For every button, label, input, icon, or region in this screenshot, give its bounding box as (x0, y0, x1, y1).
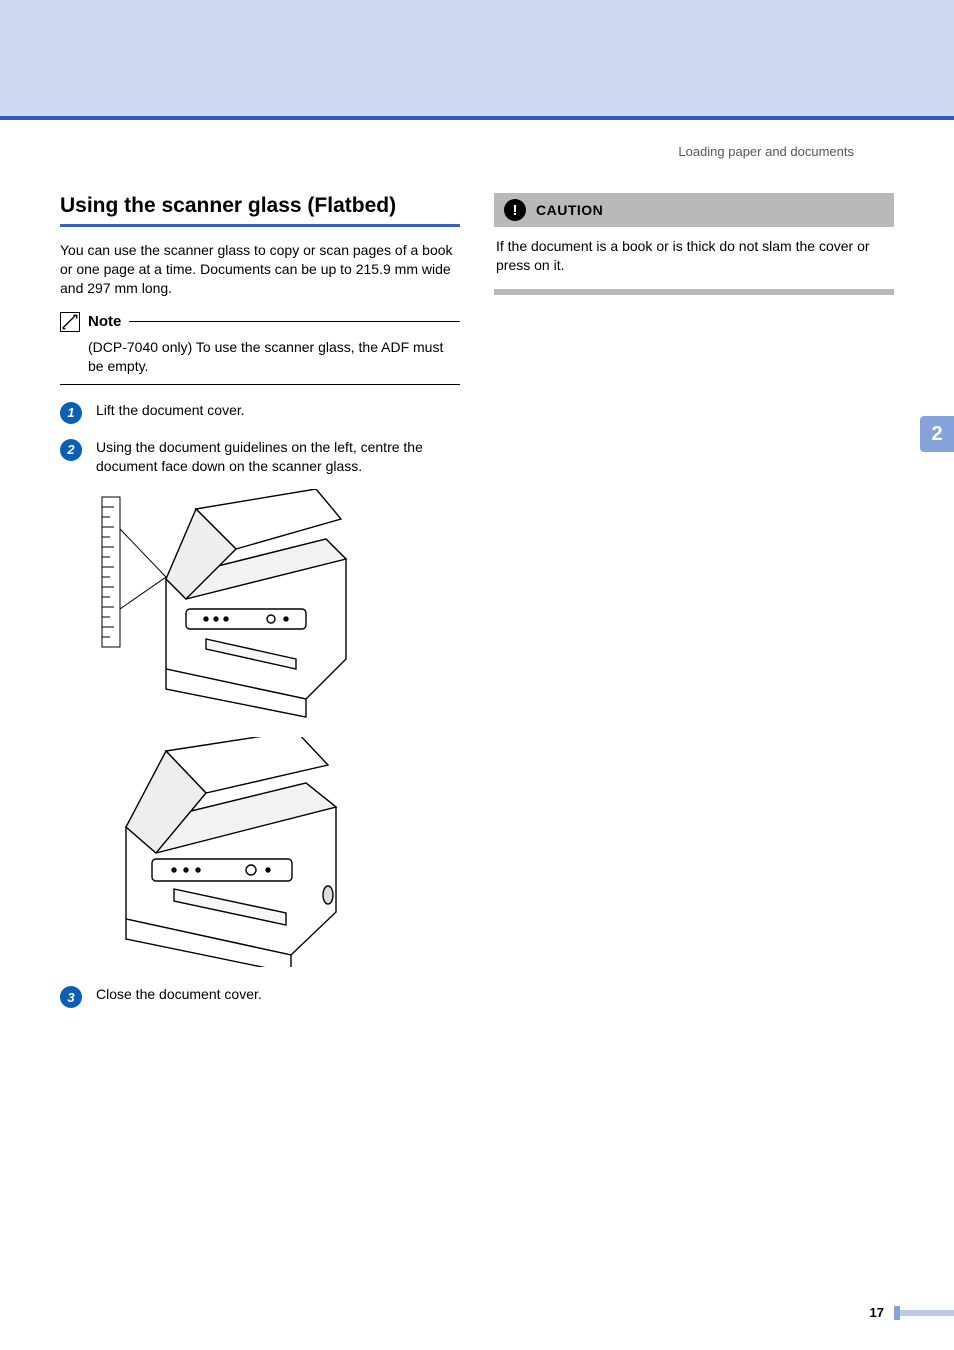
step-marker-3: 3 (60, 986, 82, 1008)
printer-open-lid-icon (126, 737, 336, 967)
illustration-scanner-open (96, 737, 356, 967)
running-head: Loading paper and documents (60, 144, 854, 159)
step-marker-2: 2 (60, 439, 82, 461)
note-end-rule (60, 384, 460, 385)
note-icon (60, 312, 80, 332)
caution-end-rule (494, 289, 894, 295)
caution-block: ! CAUTION If the document is a book or i… (494, 193, 894, 295)
step-item-1: 1 Lift the document cover. (60, 401, 460, 424)
caution-head: ! CAUTION (494, 193, 894, 227)
note-label: Note (88, 313, 121, 330)
page-number: 17 (870, 1305, 884, 1320)
section-intro: You can use the scanner glass to copy or… (60, 241, 460, 298)
note-text: (DCP-7040 only) To use the scanner glass… (60, 336, 460, 382)
step-item-2: 2 Using the document guidelines on the l… (60, 438, 460, 476)
caution-end-grey (494, 289, 894, 295)
step-item-3: 3 Close the document cover. (60, 985, 460, 1008)
note-block: Note (DCP-7040 only) To use the scanner … (60, 312, 460, 385)
printer-open-lid-icon (166, 489, 346, 717)
step-text-2: Using the document guidelines on the lef… (96, 438, 460, 476)
page-body: Loading paper and documents Using the sc… (0, 120, 954, 1022)
step-marker-1: 1 (60, 402, 82, 424)
content-columns: Using the scanner glass (Flatbed) You ca… (60, 193, 894, 1022)
caution-icon: ! (504, 199, 526, 221)
step-list: 1 Lift the document cover. 2 Using the d… (60, 401, 460, 1009)
ruler-icon (102, 497, 166, 647)
note-head-line (129, 321, 460, 322)
illustration-scanner-open-with-ruler (96, 489, 356, 719)
caution-text: If the document is a book or is thick do… (494, 227, 894, 289)
note-head-row: Note (60, 312, 460, 332)
footer: 17 (0, 1305, 954, 1320)
left-column: Using the scanner glass (Flatbed) You ca… (60, 193, 460, 1022)
step-text-3: Close the document cover. (96, 985, 460, 1004)
illustration-group (96, 489, 460, 967)
header-bar (0, 0, 954, 120)
step-text-1: Lift the document cover. (96, 401, 460, 420)
section-title-rule (60, 224, 460, 227)
chapter-side-tab: 2 (920, 416, 954, 452)
right-column: ! CAUTION If the document is a book or i… (494, 193, 894, 1022)
caution-label: CAUTION (536, 202, 603, 218)
footer-tick (894, 1306, 900, 1320)
section-title: Using the scanner glass (Flatbed) (60, 193, 460, 218)
